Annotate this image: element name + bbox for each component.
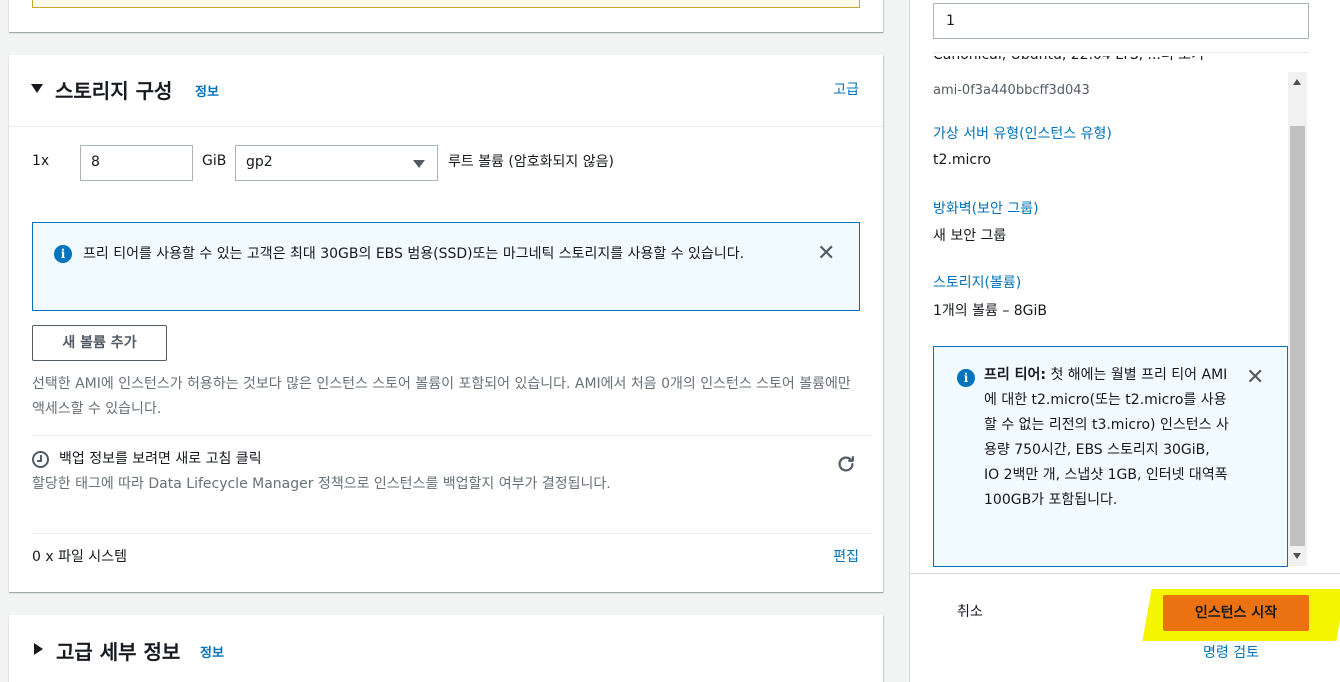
info-icon: i — [54, 245, 72, 263]
free-tier-detail: 첫 해에는 월별 프리 티어 AMI에 대한 t2.micro(또는 t2.mi… — [984, 367, 1229, 508]
ami-name-text: Canonical, Ubuntu, 22.04 LTS, ...더 보기 — [933, 53, 1204, 63]
summary-panel: 1 Canonical, Ubuntu, 22.04 LTS, ...더 보기 … — [909, 0, 1340, 682]
advanced-details-info-link[interactable]: 정보 — [200, 642, 224, 661]
storage-panel-title: 스토리지 구성 — [55, 79, 173, 103]
file-system-edit-link[interactable]: 편집 — [833, 546, 859, 566]
summary-scroll-area[interactable]: Canonical, Ubuntu, 22.04 LTS, ...더 보기 am… — [910, 53, 1310, 573]
divider — [32, 435, 872, 436]
storage-link[interactable]: 스토리지(볼륨) — [933, 272, 1021, 292]
instance-type-value: t2.micro — [933, 152, 992, 168]
info-icon: i — [957, 369, 975, 387]
free-tier-storage-text: 프리 티어를 사용할 수 있는 고객은 최대 30GB의 EBS 범용(SSD)… — [83, 246, 745, 262]
close-icon[interactable]: ✕ — [817, 243, 835, 265]
free-tier-summary-alert: i 프리 티어: 첫 해에는 월별 프리 티어 AMI에 대한 t2.micro… — [933, 346, 1288, 567]
storage-info-link[interactable]: 정보 — [195, 81, 219, 100]
caret-right-icon[interactable] — [34, 643, 43, 655]
ami-instance-store-note: 선택한 AMI에 인스턴스가 허용하는 것보다 많은 인스턴스 스토어 볼륨이 … — [32, 376, 851, 417]
volume-count-label: 1x — [32, 153, 50, 169]
select-arrow-icon — [413, 160, 425, 168]
advanced-details-title: 고급 세부 정보 — [56, 640, 181, 664]
storage-config-panel: 스토리지 구성 정보 고급 1x 8 GiB gp2 루트 볼륨 (암호화되지 … — [9, 55, 883, 592]
ami-id-text: ami-0f3a440bbcff3d043 — [933, 83, 1090, 98]
volume-size-input[interactable]: 8 — [80, 145, 193, 181]
add-volume-button[interactable]: 새 볼륨 추가 — [32, 325, 167, 361]
scrollbar-thumb[interactable] — [1290, 126, 1305, 546]
previous-section-panel — [9, 0, 883, 32]
storage-panel-header[interactable]: 스토리지 구성 정보 고급 — [9, 55, 883, 127]
backup-info-desc: 할당한 태그에 따라 Data Lifecycle Manager 정책으로 인… — [32, 476, 611, 492]
divider — [910, 573, 1340, 574]
cancel-button[interactable]: 취소 — [957, 601, 983, 621]
firewall-value: 새 보안 그룹 — [933, 228, 1007, 244]
backup-info-title: 백업 정보를 보려면 새로 고침 클릭 — [59, 451, 262, 467]
scroll-up-icon[interactable] — [1293, 79, 1301, 85]
root-volume-desc: 루트 볼륨 (암호화되지 않음) — [448, 154, 614, 170]
firewall-link[interactable]: 방화벽(보안 그룹) — [933, 198, 1039, 218]
storage-value: 1개의 볼륨 – 8GiB — [933, 303, 1048, 319]
advanced-details-panel[interactable]: 고급 세부 정보 정보 — [9, 615, 883, 682]
divider — [32, 533, 872, 534]
summary-scrollbar[interactable] — [1288, 72, 1307, 566]
close-icon[interactable]: ✕ — [1246, 367, 1264, 389]
volume-type-select[interactable]: gp2 — [235, 145, 438, 181]
launch-instance-button[interactable]: 인스턴스 시작 — [1163, 595, 1309, 631]
volume-unit-label: GiB — [202, 153, 227, 169]
refresh-icon[interactable] — [835, 453, 857, 475]
instance-count-input[interactable]: 1 — [933, 3, 1309, 39]
caret-down-icon[interactable] — [31, 84, 43, 93]
free-tier-label: 프리 티어: — [984, 367, 1046, 383]
clock-icon — [32, 451, 49, 468]
free-tier-storage-alert: i 프리 티어를 사용할 수 있는 고객은 최대 30GB의 EBS 범용(SS… — [32, 222, 860, 311]
review-commands-link[interactable]: 명령 검토 — [1203, 642, 1259, 662]
advanced-link[interactable]: 고급 — [833, 79, 859, 99]
file-system-count: 0 x 파일 시스템 — [32, 549, 127, 565]
previous-warning-box — [32, 0, 860, 8]
scroll-down-icon[interactable] — [1293, 553, 1301, 559]
free-tier-summary-text: 프리 티어: 첫 해에는 월별 프리 티어 AMI에 대한 t2.micro(또… — [984, 363, 1229, 513]
instance-type-link[interactable]: 가상 서버 유형(인스턴스 유형) — [933, 123, 1112, 143]
volume-type-value: gp2 — [246, 154, 273, 170]
